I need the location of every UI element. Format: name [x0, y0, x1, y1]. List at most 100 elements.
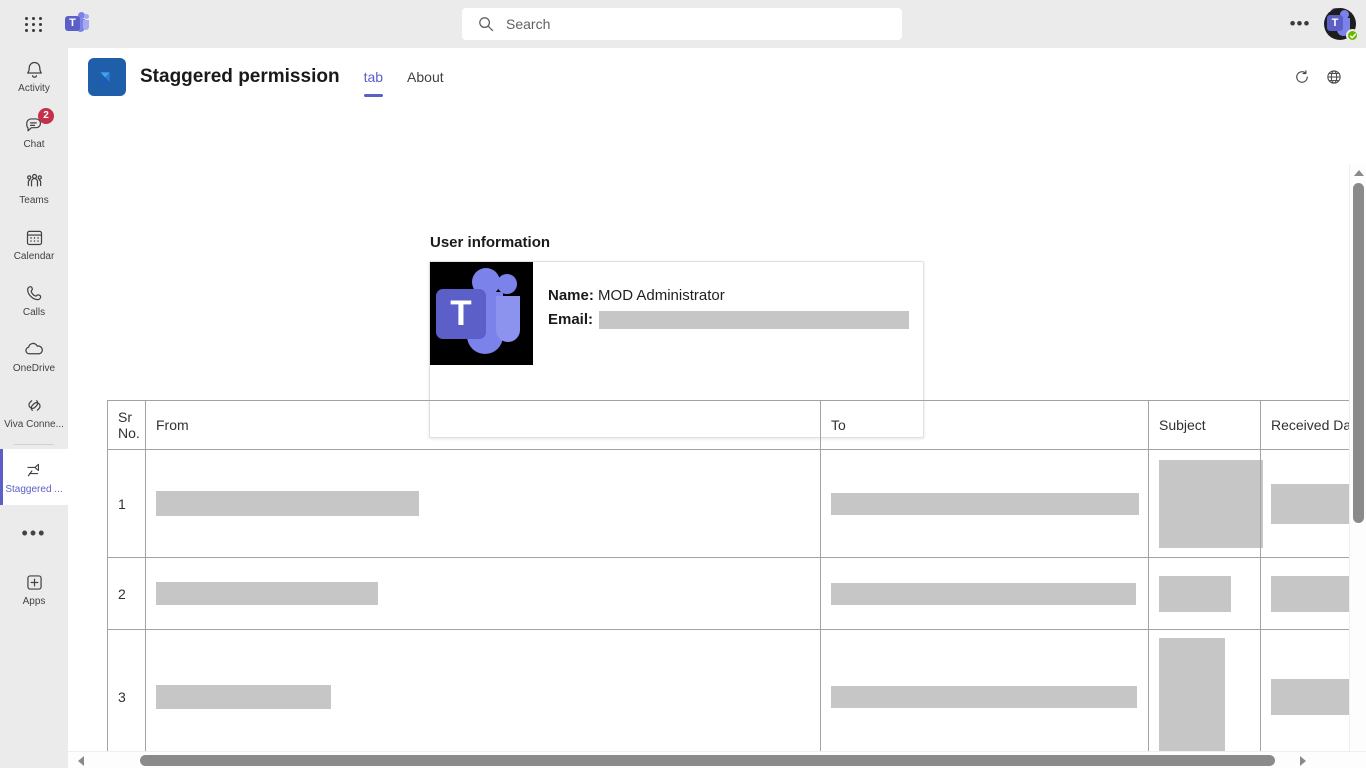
- page-scroll-content: User information T Name: MOD Administrat…: [68, 106, 1366, 768]
- sidebar-item-label: OneDrive: [12, 363, 56, 374]
- table-row[interactable]: 1: [107, 449, 1366, 558]
- app-header: Staggered permission tab About: [68, 48, 1366, 106]
- microsoft-teams-logo[interactable]: T: [63, 10, 91, 38]
- sidebar-item-label: Activity: [18, 83, 50, 94]
- teams-logo-body-small: [496, 296, 520, 342]
- top-bar: T ••• T: [0, 0, 1366, 48]
- app-content-area: Staggered permission tab About User info…: [68, 48, 1366, 768]
- staggered-permission-app-icon: [24, 459, 45, 481]
- sidebar-item-apps[interactable]: Apps: [0, 561, 68, 617]
- top-bar-right-actions: ••• T: [1284, 0, 1359, 48]
- horizontal-scrollbar-thumb[interactable]: [140, 755, 1275, 766]
- sidebar-item-label: Apps: [22, 596, 46, 607]
- scroll-up-button[interactable]: [1350, 164, 1366, 181]
- redacted-value: [156, 582, 378, 605]
- sidebar-item-calls[interactable]: Calls: [0, 272, 68, 328]
- globe-icon[interactable]: [1318, 61, 1350, 93]
- section-title: User information: [430, 234, 551, 251]
- user-email-field: Email:: [548, 311, 910, 330]
- table-row[interactable]: 2: [107, 557, 1366, 630]
- chat-unread-badge: 2: [38, 108, 54, 124]
- teams-logo-body-small: [83, 20, 89, 30]
- user-name-label: Name:: [548, 287, 594, 304]
- more-options-icon[interactable]: •••: [1284, 8, 1316, 40]
- sidebar-item-viva-connections[interactable]: Viva Conne...: [0, 384, 68, 440]
- redacted-value: [831, 582, 1136, 605]
- redacted-value: [599, 311, 910, 330]
- table-row[interactable]: 3: [107, 629, 1366, 764]
- cell-from: [145, 557, 821, 630]
- cell-from: [145, 449, 821, 558]
- app-launcher-grid-icon[interactable]: [17, 7, 51, 41]
- sidebar-item-calendar[interactable]: Calendar: [0, 216, 68, 272]
- plus-square-icon: [24, 571, 45, 593]
- sidebar-item-label: Calls: [22, 307, 46, 318]
- calendar-icon: [24, 226, 45, 248]
- sidebar-item-label: Viva Conne...: [4, 419, 64, 430]
- redacted-value: [1159, 638, 1225, 755]
- cell-from: [145, 629, 821, 764]
- vertical-scrollbar[interactable]: [1349, 164, 1366, 768]
- left-navigation-rail: Activity 2 Chat Teams Calendar Calls One…: [0, 48, 68, 768]
- tab-about[interactable]: About: [407, 48, 444, 106]
- sidebar-item-chat[interactable]: 2 Chat: [0, 104, 68, 160]
- embedded-app-page: User information T Name: MOD Administrat…: [68, 106, 1366, 768]
- staggered-permission-app-logo: [88, 57, 126, 96]
- sidebar-item-onedrive[interactable]: OneDrive: [0, 328, 68, 384]
- table-body: 123452024-03-: [107, 449, 1366, 768]
- cell-to: [820, 449, 1149, 558]
- sidebar-item-activity[interactable]: Activity: [0, 48, 68, 104]
- viva-connections-icon: [24, 394, 45, 416]
- redacted-value: [1159, 575, 1231, 612]
- search-container: [462, 8, 902, 40]
- page-title: Staggered permission: [140, 65, 340, 87]
- column-header-to: To: [820, 400, 1149, 450]
- column-header-from: From: [145, 400, 821, 450]
- redacted-value: [156, 491, 419, 516]
- horizontal-scrollbar[interactable]: [68, 751, 1366, 768]
- cell-to: [820, 557, 1149, 630]
- teams-logo-letter: T: [65, 16, 80, 31]
- cell-sr-no: 3: [107, 629, 146, 764]
- scroll-right-button[interactable]: [1294, 752, 1311, 768]
- phone-icon: [24, 282, 45, 304]
- search-input[interactable]: [462, 8, 902, 40]
- vertical-scrollbar-thumb[interactable]: [1353, 183, 1364, 523]
- rail-more-options[interactable]: •••: [0, 505, 68, 561]
- microsoft-teams-logo-image: T: [430, 262, 533, 365]
- user-email-label: Email:: [548, 311, 594, 328]
- bell-icon: [24, 58, 45, 80]
- avatar[interactable]: T: [1322, 6, 1359, 42]
- redacted-value: [831, 492, 1139, 515]
- cell-sr-no: 2: [107, 557, 146, 630]
- tab-label: tab: [363, 68, 384, 85]
- redacted-value: [1159, 459, 1263, 548]
- refresh-icon[interactable]: [1286, 61, 1318, 93]
- tab-tab[interactable]: tab: [363, 48, 384, 106]
- messages-table: Sr No. From To Subject Received DateTime…: [107, 400, 1366, 768]
- user-name-field: Name: MOD Administrator: [548, 287, 725, 304]
- rail-divider: [14, 444, 54, 445]
- cell-sr-no: 1: [107, 449, 146, 558]
- people-icon: [24, 170, 45, 192]
- cloud-icon: [23, 338, 45, 360]
- cell-to: [820, 629, 1149, 764]
- app-header-actions: [1286, 48, 1350, 106]
- sidebar-item-label: Chat: [23, 139, 45, 150]
- cell-subject: [1148, 629, 1261, 764]
- sidebar-item-teams[interactable]: Teams: [0, 160, 68, 216]
- column-header-sr-no: Sr No.: [107, 400, 146, 450]
- presence-available-icon: [1346, 29, 1359, 42]
- teams-logo-letter: T: [436, 289, 486, 339]
- more-options-icon: •••: [21, 523, 47, 543]
- cell-subject: [1148, 449, 1263, 558]
- redacted-value: [831, 685, 1137, 708]
- scroll-left-button[interactable]: [72, 752, 89, 768]
- table-header-row: Sr No. From To Subject Received DateTime: [107, 400, 1366, 450]
- sidebar-item-label: Teams: [19, 195, 49, 206]
- tab-label: About: [407, 68, 444, 85]
- sidebar-item-staggered-permission[interactable]: Staggered ...: [0, 449, 68, 505]
- sidebar-item-label: Staggered ...: [5, 484, 63, 495]
- avatar-letter: T: [1327, 15, 1343, 31]
- teams-logo-circle-small: [497, 274, 517, 294]
